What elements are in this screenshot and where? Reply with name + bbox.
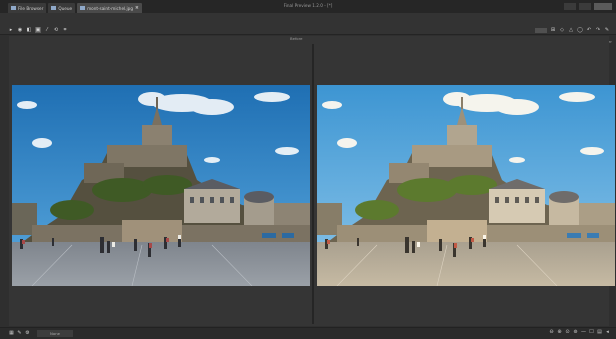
compare-icon[interactable]: ▣ [35, 27, 41, 33]
straighten-icon[interactable]: ⁄ [44, 27, 50, 33]
undo-icon[interactable]: ↶ [586, 27, 592, 33]
app-window: File Browser Queue mont-saint-michel.jpg… [0, 0, 616, 339]
before-image-pane[interactable] [12, 85, 310, 286]
layout-icon[interactable]: ⊞ [550, 27, 556, 33]
close-button[interactable] [594, 3, 612, 10]
status-right-tools: ⊖ ⊕ ⊙ ⊚ — ☐ ▤ ◂ [549, 330, 610, 335]
zoom-in-icon[interactable]: ⊕ [557, 330, 562, 335]
circle-icon[interactable]: ◯ [577, 27, 583, 33]
toolbar: ▸◉◧▣⁄⟲⌗ ⊞◇△◯↶↷✎ After [0, 13, 616, 44]
diamond-icon[interactable]: ◇ [559, 27, 565, 33]
zoom-fit-icon[interactable]: ⊙ [565, 330, 570, 335]
target-icon[interactable]: ◉ [17, 27, 23, 33]
after-photo [317, 85, 615, 286]
rotate-icon[interactable]: ⟲ [53, 27, 59, 33]
status-left-tools: ▦ ✎ ⚙ None [9, 330, 73, 337]
collapse-icon[interactable]: ◂ [605, 330, 610, 335]
grid-icon[interactable]: ⌗ [62, 27, 68, 33]
zoom-100-icon[interactable]: ⊚ [573, 330, 578, 335]
minus-icon[interactable]: — [581, 330, 586, 335]
window-controls [564, 3, 612, 10]
window-icon[interactable]: ☐ [589, 330, 594, 335]
after-image-pane[interactable] [317, 85, 615, 286]
minimize-button[interactable] [564, 3, 576, 10]
title-bar: File Browser Queue mont-saint-michel.jpg… [0, 0, 616, 13]
window-title: Final Preview 1.2.0 - [*] [283, 3, 333, 8]
toolbar-right-tools: ⊞ ◇ △ ◯ ↶ ↷ ✎ [535, 27, 610, 33]
redo-icon[interactable]: ↷ [595, 27, 601, 33]
pencil-icon[interactable]: ✎ [17, 331, 22, 336]
zoom-out-icon[interactable]: ⊖ [549, 330, 554, 335]
panel-icon[interactable]: ▤ [597, 330, 602, 335]
before-photo [12, 85, 310, 286]
edit-icon[interactable]: ✎ [604, 27, 610, 33]
view-mode-selector[interactable] [535, 27, 547, 33]
warning-icon[interactable]: △ [568, 27, 574, 33]
preset-field[interactable]: None [37, 330, 73, 337]
before-label: Before [290, 36, 303, 41]
maximize-button[interactable] [579, 3, 591, 10]
play-icon[interactable]: ▸ [8, 27, 14, 33]
status-bar: ▦ ✎ ⚙ None ⊖ ⊕ ⊙ ⊚ — ☐ ▤ ◂ [0, 327, 616, 339]
toolbar-left-tools: ▸ ◉ ◧ ▣ ⁄ ⟲ ⌗ [8, 27, 68, 33]
thumbnails-icon[interactable]: ▦ [9, 331, 14, 336]
split-divider[interactable] [312, 44, 314, 324]
settings-icon[interactable]: ⚙ [25, 331, 30, 336]
split-view-icon[interactable]: ◧ [26, 27, 32, 33]
